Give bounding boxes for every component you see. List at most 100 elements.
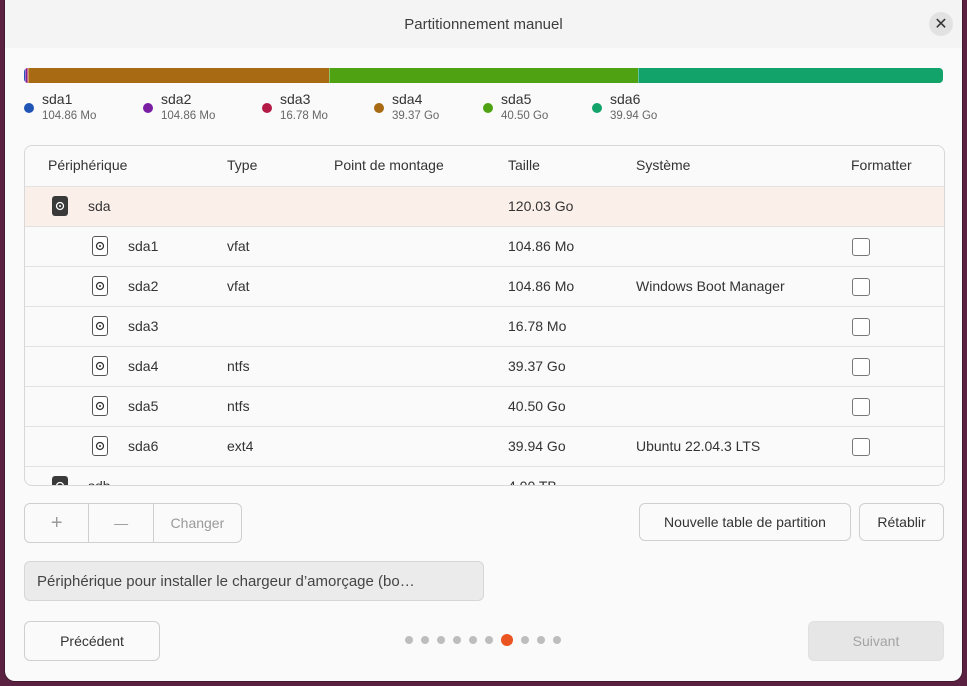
- table-row-disk-sda[interactable]: sda 120.03 Go: [25, 186, 944, 226]
- partbar-segment-sda5: [328, 68, 638, 83]
- format-checkbox[interactable]: [852, 358, 870, 376]
- header-device[interactable]: Périphérique: [48, 157, 127, 173]
- table-row[interactable]: sda1 vfat 104.86 Mo: [25, 226, 944, 266]
- legend-item-sda1: sda1 104.86 Mo: [24, 90, 96, 124]
- disk-icon: [52, 476, 68, 485]
- legend-item-sda5: sda5 40.50 Go: [483, 90, 548, 124]
- add-partition-button[interactable]: +: [25, 504, 90, 542]
- legend-name: sda2: [161, 91, 192, 107]
- legend-item-sda6: sda6 39.94 Go: [592, 90, 657, 124]
- legend-item-sda4: sda4 39.37 Go: [374, 90, 439, 124]
- cell-type: vfat: [227, 238, 250, 254]
- disk-icon: [52, 196, 68, 216]
- legend-name: sda6: [610, 91, 641, 107]
- page-dot-active: [501, 634, 513, 646]
- partition-icon: [92, 356, 108, 376]
- partition-legend: sda1 104.86 Mo sda2 104.86 Mo sda3 16.78…: [5, 90, 962, 130]
- format-checkbox[interactable]: [852, 318, 870, 336]
- table-row[interactable]: sda2 vfat 104.86 Mo Windows Boot Manager: [25, 266, 944, 306]
- legend-size: 104.86 Mo: [42, 110, 97, 122]
- table-header: Périphérique Type Point de montage Taill…: [25, 146, 944, 186]
- legend-size: 16.78 Mo: [280, 110, 328, 122]
- cell-size: 39.94 Go: [508, 438, 566, 454]
- reset-button[interactable]: Rétablir: [859, 503, 944, 541]
- legend-name: sda4: [392, 91, 423, 107]
- legend-dot: [143, 103, 153, 113]
- page-dot: [453, 636, 461, 644]
- header-type[interactable]: Type: [227, 157, 257, 173]
- cell-size: 104.86 Mo: [508, 278, 575, 294]
- format-checkbox[interactable]: [852, 278, 870, 296]
- cell-type: vfat: [227, 278, 250, 294]
- cell-size: 16.78 Mo: [508, 318, 567, 334]
- partition-table[interactable]: Périphérique Type Point de montage Taill…: [24, 145, 945, 486]
- cell-size: 120.03 Go: [508, 198, 574, 214]
- table-row-disk-sdb[interactable]: sdb 4.00 TB: [25, 466, 944, 486]
- legend-size: 40.50 Go: [501, 110, 549, 122]
- change-partition-button[interactable]: Changer: [154, 504, 241, 542]
- cell-size: 39.37 Go: [508, 358, 566, 374]
- header-system[interactable]: Système: [636, 157, 690, 173]
- legend-dot: [24, 103, 34, 113]
- legend-name: sda3: [280, 91, 311, 107]
- page-dot: [521, 636, 529, 644]
- partition-icon: [92, 436, 108, 456]
- bootloader-device-dropdown[interactable]: Périphérique pour installer le chargeur …: [24, 561, 484, 601]
- page-dot: [553, 636, 561, 644]
- cell-device: sda6: [128, 438, 159, 454]
- table-row[interactable]: sda5 ntfs 40.50 Go: [25, 386, 944, 426]
- cell-device: sda: [88, 198, 111, 214]
- partbar-segment-sda4: [27, 68, 329, 83]
- page-dot: [537, 636, 545, 644]
- cell-device: sda4: [128, 358, 159, 374]
- partition-toolbar: + — Changer: [24, 503, 242, 543]
- cell-device: sda5: [128, 398, 159, 414]
- legend-name: sda5: [501, 91, 532, 107]
- remove-partition-button[interactable]: —: [89, 504, 154, 542]
- cell-size: 40.50 Go: [508, 398, 566, 414]
- cell-device: sda2: [128, 278, 159, 294]
- close-icon: ✕: [934, 16, 948, 33]
- partition-dialog: Partitionnement manuel ✕ sda1 104.86 Mo …: [5, 0, 962, 681]
- partition-icon: [92, 236, 108, 256]
- table-row[interactable]: sda3 16.78 Mo: [25, 306, 944, 346]
- partbar-segment-sda6: [637, 68, 943, 83]
- legend-dot: [483, 103, 493, 113]
- cell-type: ntfs: [227, 398, 250, 414]
- partition-icon: [92, 316, 108, 336]
- cell-device: sdb: [88, 478, 111, 486]
- header-size[interactable]: Taille: [508, 157, 540, 173]
- table-row[interactable]: sda6 ext4 39.94 Go Ubuntu 22.04.3 LTS: [25, 426, 944, 466]
- new-partition-table-button[interactable]: Nouvelle table de partition: [639, 503, 851, 541]
- back-button[interactable]: Précédent: [24, 621, 160, 661]
- cell-type: ext4: [227, 438, 254, 454]
- page-dot: [485, 636, 493, 644]
- format-checkbox[interactable]: [852, 398, 870, 416]
- page-dot: [421, 636, 429, 644]
- table-row[interactable]: sda4 ntfs 39.37 Go: [25, 346, 944, 386]
- cell-system: Windows Boot Manager: [636, 278, 785, 294]
- cell-device: sda3: [128, 318, 159, 334]
- header-mount[interactable]: Point de montage: [334, 157, 444, 173]
- legend-item-sda3: sda3 16.78 Mo: [262, 90, 328, 124]
- cell-size: 4.00 TB: [508, 478, 557, 486]
- format-checkbox[interactable]: [852, 238, 870, 256]
- title-bar: Partitionnement manuel ✕: [5, 0, 962, 48]
- page-indicator: [405, 634, 569, 646]
- window-title: Partitionnement manuel: [404, 15, 563, 33]
- partition-icon: [92, 396, 108, 416]
- next-button[interactable]: Suivant: [808, 621, 944, 661]
- legend-size: 39.37 Go: [392, 110, 440, 122]
- close-button[interactable]: ✕: [929, 12, 953, 36]
- partition-icon: [92, 276, 108, 296]
- cell-system: Ubuntu 22.04.3 LTS: [636, 438, 761, 454]
- partition-usage-bar: [24, 68, 943, 83]
- page-dot: [405, 636, 413, 644]
- page-dot: [437, 636, 445, 644]
- page-dot: [469, 636, 477, 644]
- legend-dot: [262, 103, 272, 113]
- format-checkbox[interactable]: [852, 438, 870, 456]
- header-format[interactable]: Formatter: [851, 157, 912, 173]
- legend-dot: [374, 103, 384, 113]
- cell-device: sda1: [128, 238, 159, 254]
